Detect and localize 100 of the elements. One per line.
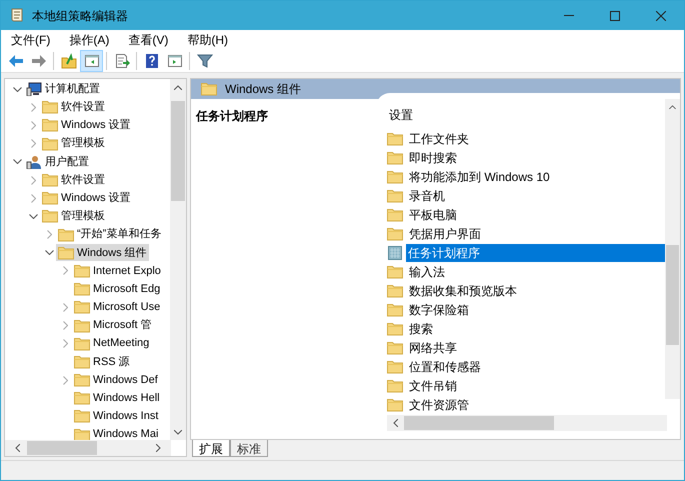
tree-item[interactable]: 用户配置	[24, 153, 91, 170]
folder-icon	[58, 246, 74, 260]
scrollbar-thumb[interactable]	[404, 416, 554, 430]
folder-icon	[74, 336, 90, 351]
folder-icon	[387, 340, 403, 354]
folder-icon	[74, 409, 90, 424]
list-item[interactable]: 网络共享	[407, 338, 666, 356]
list-item[interactable]: 文件资源管	[407, 396, 666, 414]
tree-item[interactable]: Windows Def	[72, 372, 160, 389]
horizontal-scrollbar[interactable]	[5, 440, 171, 456]
folder-icon	[42, 209, 58, 224]
tree-item[interactable]: 软件设置	[40, 98, 107, 116]
folder-icon	[74, 282, 90, 296]
folder-icon	[387, 284, 403, 298]
scroll-icon	[10, 8, 24, 24]
scrollbar-thumb[interactable]	[27, 441, 97, 455]
folder-icon	[387, 378, 403, 392]
list-item[interactable]: 数字保险箱	[407, 300, 666, 318]
folder-icon	[74, 373, 90, 388]
folder-icon	[387, 264, 403, 278]
folder-icon	[74, 391, 90, 406]
list-item[interactable]: 数据收集和预览版本	[407, 282, 666, 300]
tree-item[interactable]: Microsoft 管	[72, 317, 154, 334]
folder-icon	[387, 302, 403, 316]
vertical-scrollbar[interactable]	[170, 79, 186, 440]
tree-item[interactable]: RSS 源	[72, 353, 132, 370]
list-item[interactable]: 将功能添加到 Windows 10	[407, 168, 666, 186]
folder-icon	[42, 118, 58, 132]
scroll-left-icon	[15, 444, 20, 452]
list-item[interactable]: 搜索	[407, 320, 666, 338]
list-item[interactable]: 平板电脑	[407, 206, 666, 224]
scroll-up-icon	[669, 105, 676, 109]
tree-item[interactable]: Microsoft Edg	[72, 280, 162, 298]
tree-item[interactable]: Microsoft Use	[72, 298, 162, 316]
tree-item[interactable]: “开始”菜单和任务	[56, 226, 164, 244]
folder-icon	[387, 188, 403, 202]
folder-icon	[42, 173, 58, 188]
folder-icon	[74, 354, 90, 369]
panel-icon	[166, 52, 182, 68]
folder-icon	[387, 226, 403, 240]
scroll-up-icon	[174, 85, 182, 90]
policy-icon	[388, 246, 402, 260]
menu-item[interactable]: 文件(F)	[4, 30, 58, 49]
horizontal-scrollbar[interactable]	[387, 415, 667, 431]
scroll-right-icon	[156, 444, 161, 452]
menu-item[interactable]: 帮助(H)	[180, 30, 235, 49]
folder-icon	[387, 322, 403, 336]
minimize-icon	[564, 15, 574, 16]
scrollbar-thumb[interactable]	[666, 245, 679, 345]
tab[interactable]: 标准	[230, 440, 268, 457]
folder-icon	[42, 100, 58, 114]
list-item[interactable]: 录音机	[407, 186, 666, 204]
panel-title: Windows 组件	[225, 81, 302, 98]
tree-item[interactable]: Windows Hell	[72, 390, 162, 407]
user-icon	[26, 154, 42, 169]
list-item[interactable]: 即时搜索	[407, 148, 666, 166]
menu-item[interactable]: 查看(V)	[121, 30, 176, 49]
vertical-scrollbar[interactable]	[665, 99, 680, 399]
scroll-left-icon	[393, 419, 398, 427]
forward-arrow-icon	[30, 52, 46, 68]
tree-item[interactable]: 管理模板	[40, 135, 107, 152]
folder-icon	[387, 360, 403, 374]
close-icon	[656, 10, 666, 20]
tree-item[interactable]: NetMeeting	[72, 335, 152, 352]
tree-item[interactable]: Internet Explo	[72, 262, 163, 280]
list-item[interactable]: 工作文件夹	[407, 130, 666, 148]
filter-icon	[196, 52, 212, 68]
folder-icon	[74, 428, 90, 442]
column-header: 设置	[389, 107, 413, 124]
tree-item[interactable]: 计算机配置	[24, 80, 102, 98]
folder-icon	[74, 300, 90, 314]
list-item[interactable]: 输入法	[407, 262, 666, 280]
toolbar-button[interactable]	[80, 50, 103, 72]
folder-icon	[387, 398, 403, 412]
folder-icon	[387, 132, 403, 146]
description-title: 任务计划程序	[196, 109, 268, 123]
list-item[interactable]: 任务计划程序	[406, 244, 666, 262]
scroll-down-icon	[174, 430, 182, 435]
folder-icon	[201, 82, 217, 96]
tree-item[interactable]: Windows 设置	[40, 190, 133, 207]
list-item[interactable]: 文件吊销	[407, 376, 666, 394]
list-item[interactable]: 位置和传感器	[407, 358, 666, 376]
tree-item[interactable]: Windows 设置	[40, 116, 133, 134]
scrollbar-thumb[interactable]	[171, 101, 185, 201]
list-item[interactable]: 凭据用户界面	[407, 224, 666, 242]
tree-item[interactable]: Windows Inst	[72, 408, 160, 425]
folder-icon	[74, 264, 90, 278]
tab[interactable]: 扩展	[192, 440, 230, 457]
tree-item[interactable]: Windows 组件	[56, 244, 149, 262]
folder-up-icon	[60, 52, 76, 68]
computer-icon	[26, 82, 42, 96]
tree-item[interactable]: 管理模板	[40, 208, 107, 225]
folder-icon	[387, 150, 403, 164]
tree-item[interactable]: 软件设置	[40, 172, 107, 189]
help-icon	[144, 52, 160, 68]
menu-item[interactable]: 操作(A)	[62, 30, 116, 49]
window-title: 本地组策略编辑器	[32, 8, 128, 24]
folder-icon	[387, 170, 403, 184]
folder-icon	[74, 318, 90, 333]
folder-icon	[387, 208, 403, 222]
